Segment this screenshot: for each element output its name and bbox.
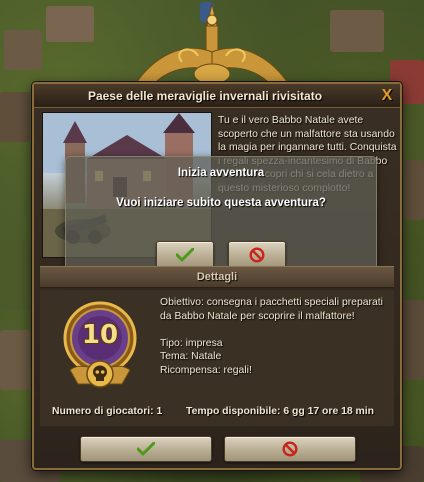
popup-question: Vuoi iniziare subito questa avventura?	[116, 197, 326, 209]
time-available: Tempo disponibile: 6 gg 17 ore 18 min	[186, 406, 375, 417]
forbidden-icon	[282, 441, 298, 457]
reward-text: Ricompensa: regali!	[160, 365, 252, 377]
details-title: Dettagli	[196, 271, 238, 283]
building	[0, 92, 30, 142]
details-section-header: Dettagli	[40, 266, 394, 288]
popup-title: Inizia avventura	[177, 167, 265, 179]
adventure-dialog: Paese delle meraviglie invernali rivisit…	[32, 82, 402, 470]
dialog-title: Paese delle meraviglie invernali rivisit…	[87, 89, 323, 103]
decline-button[interactable]	[224, 436, 356, 462]
close-button[interactable]: X	[378, 87, 396, 105]
popup-accept-button[interactable]	[156, 241, 214, 269]
title-bar: Paese delle meraviglie invernali rivisit…	[34, 84, 400, 108]
details-panel: 10 Obiettivo: consegna i pacchetti speci…	[40, 290, 394, 426]
level-number: 10	[81, 320, 119, 350]
theme-text: Tema: Natale	[160, 351, 222, 363]
level-badge: 10	[62, 300, 138, 396]
type-text: Tipo: impresa	[160, 337, 223, 349]
building	[0, 240, 30, 310]
checkmark-icon	[137, 442, 155, 456]
checkmark-icon	[176, 248, 194, 262]
building	[400, 300, 424, 380]
crown-ornament	[133, 3, 291, 87]
building	[4, 30, 42, 70]
popup-decline-button[interactable]	[228, 241, 286, 269]
building	[46, 6, 94, 42]
building	[330, 10, 384, 52]
building	[404, 160, 424, 220]
details-text: Obiettivo: consegna i pacchetti speciali…	[160, 296, 390, 378]
players-count: Numero di giocatori: 1	[52, 406, 163, 417]
objective-text: Obiettivo: consegna i pacchetti speciali…	[160, 297, 383, 322]
forbidden-icon	[249, 247, 265, 263]
accept-button[interactable]	[80, 436, 212, 462]
building	[0, 330, 30, 390]
start-adventure-popup: Inizia avventura Vuoi iniziare subito qu…	[65, 156, 377, 280]
